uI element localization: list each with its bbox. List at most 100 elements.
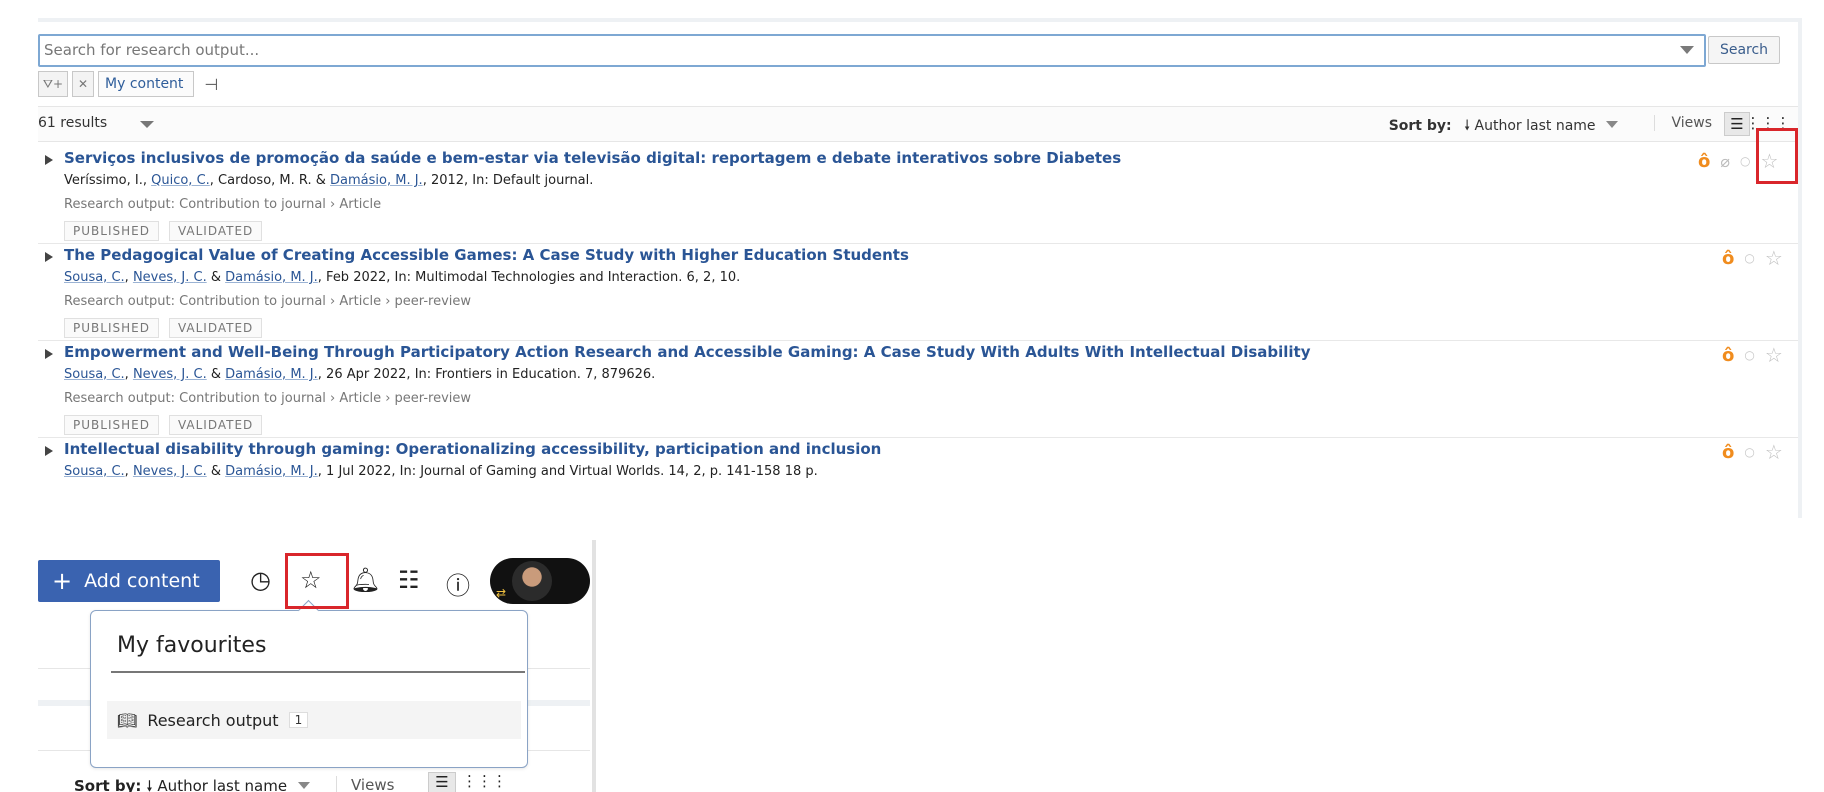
author-text: Veríssimo, I. [64,173,143,188]
open-access-icon: ô [1722,344,1735,366]
status-badge: VALIDATED [168,415,263,435]
research-output-panel: Search ⛛+ ✕ My content ⊣ 61 results Sort… [38,18,1802,518]
author-link[interactable]: Neves, J. C. [133,367,207,382]
avatar[interactable]: ⇄ [490,558,590,604]
favourites-item-research-output[interactable]: 📖︎ Research output 1 [107,701,521,739]
expand-triangle-icon[interactable] [45,446,53,456]
swap-icon: ⇄ [496,586,507,600]
result-title[interactable]: Intellectual disability through gaming: … [64,440,881,458]
result-item: The Pedagogical Value of Creating Access… [38,244,1798,341]
avatar-photo [512,561,552,601]
favourites-title: My favourites [117,633,267,658]
arrow-down-icon: 🠗 [146,777,153,792]
result-icons: ô ○ ☆ [1722,246,1783,270]
attachment-icon[interactable]: ⌀ [1720,152,1730,171]
author-link[interactable]: Neves, J. C. [133,270,207,285]
chevron-down-icon [1606,121,1618,128]
pin-icon[interactable]: ⊣ [204,75,218,94]
result-item: Intellectual disability through gaming: … [38,438,1798,518]
history-icon[interactable]: ◷ [250,566,271,594]
sort-control[interactable]: Sort by: 🠗 Author last name [1389,115,1618,139]
result-authors: Veríssimo, I., Quico, C., Cardoso, M. R.… [64,173,593,188]
result-item: Empowerment and Well-Being Through Parti… [38,341,1798,438]
star-icon[interactable]: ☆ [1765,440,1783,464]
circle-icon: ○ [1744,348,1755,362]
views-label: Views [336,776,394,792]
sort-value: Author last name [1474,118,1596,134]
result-item: Serviços inclusivos de promoção da saúde… [38,147,1798,244]
results-bar: 61 results Sort by: 🠗 Author last name V… [38,106,1798,142]
highlight-box [1756,128,1798,184]
author-link[interactable]: Sousa, C. [64,367,125,382]
sort-value: Author last name [157,777,288,792]
status-badge: PUBLISHED [64,221,159,241]
circle-icon: ○ [1740,154,1751,168]
help-icon[interactable]: ⓘ [446,566,470,601]
result-type: Research output: Contribution to journal… [64,391,471,406]
author-text: & [206,367,226,382]
author-text: , 1 Jul 2022, In: Journal of Gaming and … [317,464,818,479]
author-link[interactable]: Damásio, M. J. [225,367,318,382]
add-content-label: Add content [84,570,200,592]
chevron-down-icon [297,782,310,789]
grid-icon[interactable]: ⋮⋮⋮ [462,772,507,792]
result-icons: ô ○ ☆ [1722,343,1783,367]
result-icons: ô ○ ☆ [1722,440,1783,464]
close-icon[interactable]: ✕ [72,71,94,97]
author-link[interactable]: Neves, J. C. [133,464,207,479]
sort-label: Sort by: [74,777,142,792]
expand-triangle-icon[interactable] [45,252,53,262]
result-tags: PUBLISHED VALIDATED [64,318,263,338]
author-link[interactable]: Damásio, M. J. [225,270,318,285]
funnel-plus-icon[interactable]: ⛛+ [38,71,68,97]
chevron-down-icon[interactable] [140,121,154,128]
count-badge: 1 [288,712,309,728]
list-icon[interactable]: ☰ [428,772,456,792]
result-title[interactable]: Serviços inclusivos de promoção da saúde… [64,149,1121,167]
author-text: & [206,464,226,479]
filter-chip-my-content[interactable]: My content [98,71,195,97]
plus-icon: + [52,567,73,595]
panel-edge [592,540,596,792]
result-tags: PUBLISHED VALIDATED [64,415,263,435]
bell-icon[interactable]: 🔔︎ [350,566,380,594]
highlight-box [285,553,349,609]
status-badge: VALIDATED [168,221,263,241]
result-title[interactable]: Empowerment and Well-Being Through Parti… [64,343,1311,361]
open-access-icon: ô [1722,247,1735,269]
expand-triangle-icon[interactable] [45,155,53,165]
author-text: , [124,367,133,382]
tasks-icon[interactable]: ☷ [398,566,420,594]
favourites-popup: My favourites 📖︎ Research output 1 [90,599,528,768]
search-button[interactable]: Search [1708,36,1780,64]
author-text: , [124,464,133,479]
sort-control[interactable]: Sort by: 🠗 Author last name [74,776,310,792]
author-link[interactable]: Damásio, M. J. [330,173,423,188]
star-icon[interactable]: ☆ [1765,246,1783,270]
status-badge: PUBLISHED [64,415,159,435]
author-link[interactable]: Sousa, C. [64,464,125,479]
filter-chip-label: My content [105,76,184,92]
author-text: , [142,173,152,188]
search-input[interactable] [40,36,1648,63]
author-text: , [124,270,133,285]
result-type: Research output: Contribution to journal… [64,294,471,309]
result-title[interactable]: The Pedagogical Value of Creating Access… [64,246,909,264]
author-text: , 2012, In: Default journal. [422,173,594,188]
expand-triangle-icon[interactable] [45,349,53,359]
views-label: Views [1654,115,1712,131]
author-link[interactable]: Sousa, C. [64,270,125,285]
book-icon: 📖︎ [117,710,138,730]
open-access-icon: ô [1722,441,1735,463]
author-link[interactable]: Damásio, M. J. [225,464,318,479]
result-authors: Sousa, C., Neves, J. C. & Damásio, M. J.… [64,464,818,479]
author-text: , Feb 2022, In: Multimodal Technologies … [317,270,741,285]
search-dropdown-icon[interactable] [1680,46,1694,54]
author-link[interactable]: Quico, C. [151,173,210,188]
status-badge: PUBLISHED [64,318,159,338]
author-text: & [206,270,226,285]
status-badge: VALIDATED [168,318,263,338]
star-icon[interactable]: ☆ [1765,343,1783,367]
add-content-button[interactable]: + Add content [38,560,220,602]
author-text: , 26 Apr 2022, In: Frontiers in Educatio… [317,367,656,382]
